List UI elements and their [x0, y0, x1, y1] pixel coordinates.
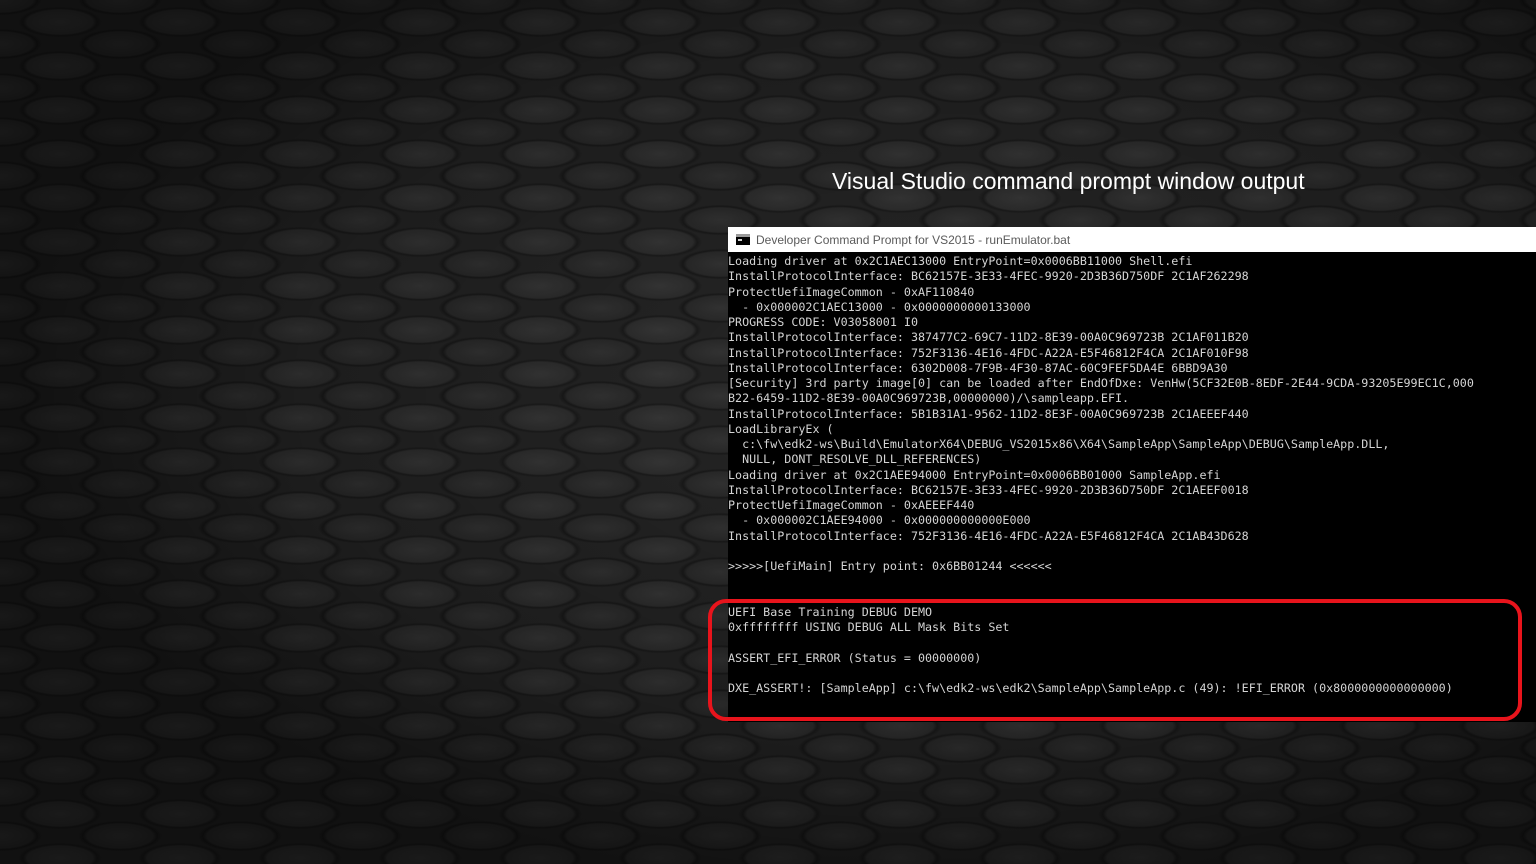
console-line: InstallProtocolInterface: 752F3136-4E16-…	[728, 528, 1249, 543]
console-line: Loading driver at 0x2C1AEC13000 EntryPoi…	[728, 254, 1193, 268]
console-line: InstallProtocolInterface: 5B1B31A1-9562-…	[728, 406, 1249, 421]
console-line: InstallProtocolInterface: 752F3136-4E16-…	[728, 345, 1249, 360]
console-line: >>>>>[UefiMain] Entry point: 0x6BB01244 …	[728, 559, 1052, 573]
console-line: ProtectUefiImageCommon - 0xAF110840	[728, 284, 975, 299]
console-line: LoadLibraryEx (	[728, 421, 834, 436]
console-line: InstallProtocolInterface: BC62157E-3E33-…	[728, 269, 1249, 284]
console-line: InstallProtocolInterface: 387477C2-69C7-…	[728, 330, 1249, 345]
console-line: InstallProtocolInterface: 6302D008-7F9B-…	[728, 360, 1228, 375]
console-line: - 0x000002C1AEE94000 - 0x000000000000E00…	[728, 513, 1031, 528]
window-title: Developer Command Prompt for VS2015 - ru…	[756, 232, 1071, 247]
console-line: - 0x000002C1AEC13000 - 0x000000000013300…	[728, 299, 1031, 314]
console-line: InstallProtocolInterface: BC62157E-3E33-…	[728, 482, 1249, 497]
console-line: Loading driver at 0x2C1AEE94000 EntryPoi…	[728, 467, 1221, 482]
console-line: ProtectUefiImageCommon - 0xAEEEF440	[728, 498, 975, 512]
console-line: PROGRESS CODE: V03058001 I0	[728, 315, 918, 329]
console-line: [Security] 3rd party image[0] can be loa…	[728, 376, 1474, 390]
window-title-bar[interactable]: Developer Command Prompt for VS2015 - ru…	[728, 227, 1536, 252]
console-line: NULL, DONT_RESOLVE_DLL_REFERENCES)	[728, 452, 982, 467]
slide-title: Visual Studio command prompt window outp…	[832, 168, 1305, 194]
error-highlight-box	[708, 599, 1522, 721]
console-line: c:\fw\edk2-ws\Build\EmulatorX64\DEBUG_VS…	[728, 437, 1390, 451]
cmd-icon	[736, 234, 750, 245]
console-line: B22-6459-11D2-8E39-00A0C969723B,00000000…	[728, 391, 1130, 406]
